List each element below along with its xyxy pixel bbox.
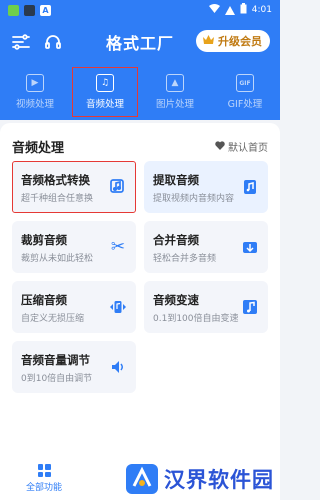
signal-icon <box>224 5 235 15</box>
card-subtitle: 超千种组合任意换 <box>21 194 94 204</box>
headset-icon[interactable] <box>40 29 66 55</box>
function-grid: 音频格式转换 超千种组合任意换 提取音频 提取视频内音频内容 裁剪音频 裁剪从未… <box>12 161 268 393</box>
app-icon-green <box>8 4 19 16</box>
video-icon: ▶ <box>26 74 44 92</box>
audio-extract-icon <box>241 178 259 196</box>
grid-icon <box>37 464 51 477</box>
gif-icon: GIF <box>236 74 254 92</box>
tab-audio[interactable]: ♫ 音频处理 <box>70 64 140 120</box>
default-home-toggle[interactable]: 默认首页 <box>215 139 268 154</box>
section-title: 音频处理 <box>12 141 65 156</box>
card-volume-adjust[interactable]: 音频音量调节 0到10倍自由调节 <box>12 341 136 393</box>
tab-gif-label: GIF处理 <box>227 99 263 110</box>
merge-icon <box>241 238 259 256</box>
card-audio-format-convert[interactable]: 音频格式转换 超千种组合任意换 <box>12 161 136 213</box>
tab-video[interactable]: ▶ 视频处理 <box>0 64 70 120</box>
app-header: 格式工厂 升级会员 <box>0 20 280 64</box>
crown-icon <box>202 34 215 48</box>
card-trim-audio[interactable]: 裁剪音频 裁剪从未如此轻松 ✂ <box>12 221 136 273</box>
watermark-text: 汉界软件园 <box>164 468 274 492</box>
app-icon-a: A <box>40 4 51 16</box>
card-audio-speed[interactable]: 音频变速 0.1到100倍自由变速 <box>144 281 268 333</box>
upgrade-label: 升级会员 <box>218 35 262 48</box>
watermark-logo <box>126 464 158 494</box>
bottom-bar: 全部功能 汉界软件园 <box>0 460 280 500</box>
audio-convert-icon <box>109 178 127 196</box>
app-icon-dark <box>24 4 35 16</box>
tab-image-label: 图片处理 <box>155 99 194 110</box>
speed-icon <box>241 298 259 316</box>
tab-audio-label: 音频处理 <box>85 99 124 110</box>
all-functions-button[interactable]: 全部功能 <box>26 464 62 493</box>
settings-sliders-icon[interactable] <box>8 29 34 55</box>
volume-icon <box>109 358 127 376</box>
image-icon: ▲ <box>166 74 184 92</box>
watermark: 汉界软件园 <box>124 462 274 496</box>
scissors-icon: ✂ <box>110 237 126 257</box>
battery-icon <box>240 3 247 17</box>
tab-gif[interactable]: GIF GIF处理 <box>210 64 280 120</box>
tab-image[interactable]: ▲ 图片处理 <box>140 64 210 120</box>
heart-icon <box>215 140 225 153</box>
default-home-label: 默认首页 <box>228 143 268 154</box>
wifi-icon <box>208 4 220 16</box>
card-title: 音频格式转换 <box>21 173 90 187</box>
audio-icon: ♫ <box>96 74 114 92</box>
card-extract-audio[interactable]: 提取音频 提取视频内音频内容 <box>144 161 268 213</box>
category-tabs: ▶ 视频处理 ♫ 音频处理 ▲ 图片处理 GIF GIF处理 <box>0 64 280 120</box>
all-functions-label: 全部功能 <box>26 483 63 493</box>
compress-icon <box>109 298 127 316</box>
audio-panel: 音频处理 默认首页 音频格式转换 超千种组合任意换 提取音频 提取视频内音频内容… <box>0 123 280 500</box>
status-bar: A 4:01 <box>0 0 280 20</box>
card-merge-audio[interactable]: 合并音频 轻松合并多音频 <box>144 221 268 273</box>
upgrade-vip-button[interactable]: 升级会员 <box>196 30 270 52</box>
card-compress-audio[interactable]: 压缩音频 自定义无损压缩 <box>12 281 136 333</box>
tab-video-label: 视频处理 <box>15 99 54 110</box>
status-time: 4:01 <box>251 5 272 15</box>
